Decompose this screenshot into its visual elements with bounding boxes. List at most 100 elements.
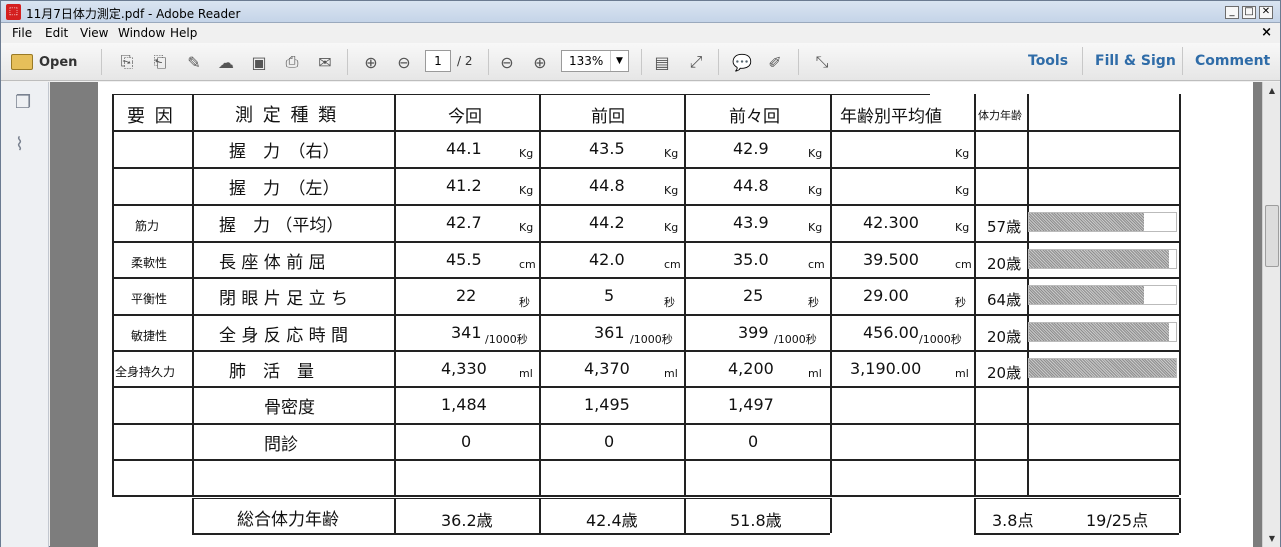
table-rule <box>974 498 976 533</box>
scroll-down-icon[interactable]: ▼ <box>1263 530 1281 547</box>
page-thumbnails-icon[interactable]: ❐ <box>15 92 35 113</box>
table-rule <box>974 498 1179 499</box>
previous2-value: 0 <box>748 432 759 451</box>
age-average-unit: ml <box>955 367 969 380</box>
previous2-value: 4,200 <box>728 359 774 378</box>
age-average-value: 29.00 <box>863 286 909 305</box>
previous2-unit: Kg <box>808 147 823 160</box>
table-rule <box>974 533 1179 535</box>
upload-cloud-icon[interactable]: ☁ <box>214 51 238 73</box>
print-icon[interactable]: ⎙ <box>280 51 304 73</box>
age-average-unit: /1000秒 <box>919 333 962 346</box>
previous2-value: 25 <box>743 286 764 305</box>
next-page-icon[interactable]: ⊖ <box>392 51 416 73</box>
fill-sign-button[interactable]: Fill & Sign <box>1095 53 1176 69</box>
current-value: 44.1 <box>446 139 482 158</box>
fitness-bar-fill <box>1029 323 1169 341</box>
current-value: 45.5 <box>446 250 482 269</box>
email-icon[interactable]: ✉ <box>313 51 337 73</box>
scroll-thumb[interactable] <box>1265 205 1279 267</box>
fitness-bar <box>1028 358 1177 378</box>
open-button[interactable]: Open <box>11 51 77 73</box>
minimize-button[interactable]: _ <box>1225 6 1239 19</box>
current-unit: Kg <box>519 184 534 197</box>
previous-unit: 秒 <box>664 296 675 309</box>
previous2-value: 43.9 <box>733 213 769 232</box>
menu-edit[interactable]: Edit <box>45 26 68 40</box>
age-average-unit: Kg <box>955 221 970 234</box>
previous2-unit: Kg <box>808 221 823 234</box>
window-title: 11月7日体力測定.pdf - Adobe Reader <box>26 7 241 21</box>
comment-button[interactable]: Comment <box>1195 53 1270 69</box>
summary-points: 19/25点 <box>1086 511 1149 530</box>
full-screen-icon[interactable]: ⤡ <box>810 51 834 73</box>
zoom-in-icon[interactable]: ⊕ <box>528 51 552 73</box>
header-measurement: 測 定 種 類 <box>235 105 339 126</box>
sticky-note-icon[interactable]: 💬 <box>730 51 754 73</box>
page-number-input[interactable]: 1 <box>425 50 451 72</box>
maximize-button[interactable]: □ <box>1242 6 1256 19</box>
age-average-unit: Kg <box>955 184 970 197</box>
highlight-icon[interactable]: ✐ <box>763 51 787 73</box>
previous-page-icon[interactable]: ⊕ <box>359 51 383 73</box>
attachment-icon[interactable]: ⌇ <box>15 134 35 155</box>
fit-page-icon[interactable]: ▤ <box>650 51 674 73</box>
previous-value: 5 <box>604 286 615 305</box>
fitness-age: 20歳 <box>987 255 1022 273</box>
previous2-unit: Kg <box>808 184 823 197</box>
fitness-age: 64歳 <box>987 291 1022 309</box>
measurement-name: 骨密度 <box>264 398 315 418</box>
menu-file[interactable]: File <box>12 26 32 40</box>
zoom-value: 133% <box>569 54 604 68</box>
export-pdf-icon[interactable]: ⎗ <box>148 51 172 73</box>
tools-button[interactable]: Tools <box>1028 53 1068 69</box>
previous2-unit: /1000秒 <box>774 333 817 346</box>
table-rule <box>112 94 114 495</box>
current-unit: /1000秒 <box>485 333 528 346</box>
age-average-value: 42.300 <box>863 213 919 232</box>
vertical-scrollbar[interactable]: ▲ ▼ <box>1262 82 1280 547</box>
save-icon[interactable]: ▣ <box>247 51 271 73</box>
current-unit: ml <box>519 367 533 380</box>
previous-unit: ml <box>664 367 678 380</box>
create-pdf-icon[interactable]: ⎘ <box>115 51 139 73</box>
open-label: Open <box>39 54 78 70</box>
factor-label: 敏捷性 <box>131 329 168 343</box>
table-rule <box>112 314 1179 316</box>
menu-window[interactable]: Window <box>118 26 165 40</box>
table-rule <box>539 498 541 533</box>
edit-pdf-icon[interactable]: ✎ <box>182 51 206 73</box>
page-total: / 2 <box>457 54 473 68</box>
navigation-pane: ❐ ⌇ <box>1 82 49 547</box>
close-window-button[interactable]: ✕ <box>1259 6 1273 19</box>
menu-help[interactable]: Help <box>170 26 197 40</box>
measurement-name: 問診 <box>264 435 298 455</box>
chevron-down-icon[interactable]: ▼ <box>610 51 628 71</box>
table-rule <box>192 533 830 535</box>
factor-label: 柔軟性 <box>131 256 168 270</box>
table-rule <box>1179 94 1181 495</box>
table-rule <box>1179 498 1181 533</box>
measurement-name: 長 座 体 前 屈 <box>219 253 326 273</box>
previous-value: 42.0 <box>589 250 625 269</box>
title-bar: ⬚ 11月7日体力測定.pdf - Adobe Reader _ □ ✕ <box>1 1 1280 23</box>
table-rule <box>112 204 1179 206</box>
menu-view[interactable]: View <box>80 26 108 40</box>
fitness-age: 20歳 <box>987 328 1022 346</box>
fitness-bar-fill <box>1029 213 1144 231</box>
table-rule <box>112 459 1179 461</box>
factor-label: 平衡性 <box>131 292 168 306</box>
age-average-unit: 秒 <box>955 296 966 309</box>
fit-width-icon[interactable]: ⤢ <box>684 51 708 73</box>
close-document-icon[interactable]: × <box>1261 25 1272 40</box>
previous2-value: 42.9 <box>733 139 769 158</box>
table-rule <box>192 94 194 495</box>
table-rule <box>112 386 1179 388</box>
current-unit: cm <box>519 258 536 271</box>
folder-icon <box>11 54 33 70</box>
table-rule <box>112 241 1179 243</box>
previous-value: 4,370 <box>584 359 630 378</box>
zoom-select[interactable]: 133% ▼ <box>561 50 629 72</box>
scroll-up-icon[interactable]: ▲ <box>1263 82 1281 99</box>
zoom-out-icon[interactable]: ⊖ <box>495 51 519 73</box>
